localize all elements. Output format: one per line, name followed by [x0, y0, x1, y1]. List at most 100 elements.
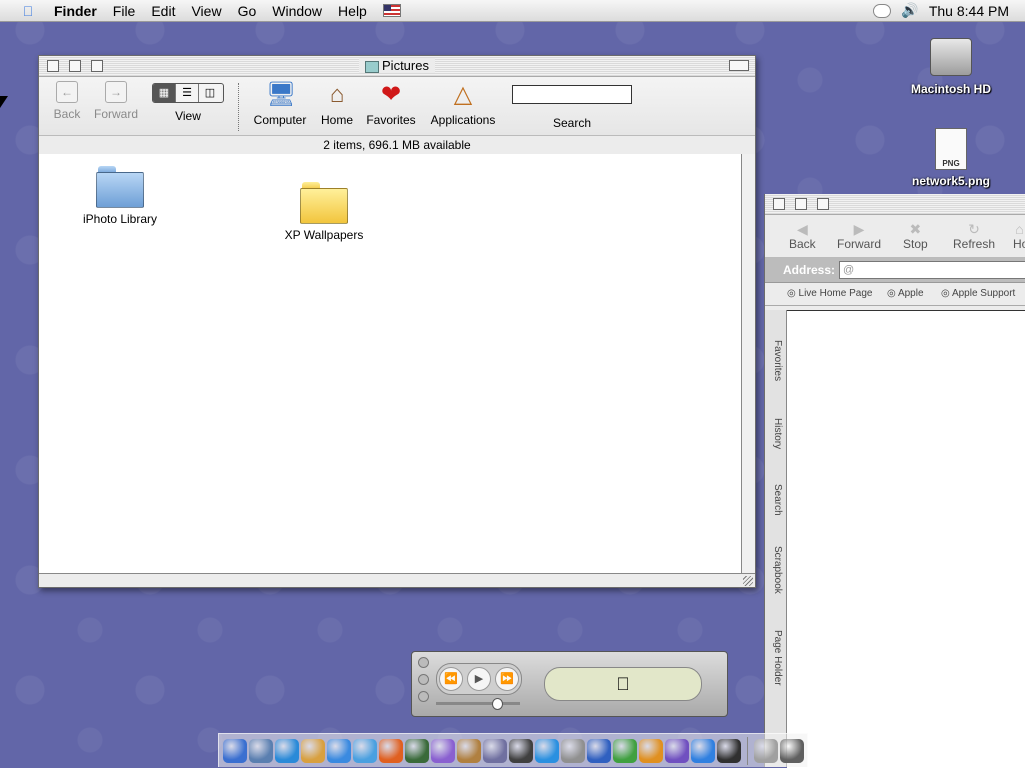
resize-grip-icon[interactable]: [743, 576, 753, 586]
browser-home-button[interactable]: ⌂Ho: [1013, 221, 1025, 251]
dock-app-icon[interactable]: [223, 738, 247, 763]
dock-app-icon[interactable]: [665, 738, 689, 763]
window-bottom-bar: [39, 573, 755, 587]
tab-search[interactable]: Search: [767, 484, 783, 516]
home-icon: ⌂: [329, 81, 345, 108]
menu-edit[interactable]: Edit: [143, 3, 183, 19]
file-label: XP Wallpapers: [284, 228, 364, 242]
dock-app-icon[interactable]: [561, 738, 585, 763]
tab-history[interactable]: History: [767, 418, 783, 449]
desktop-icon-macintosh-hd[interactable]: Macintosh HD: [901, 38, 1001, 96]
browser-titlebar[interactable]: [765, 194, 1025, 215]
search-control: Search: [511, 81, 633, 130]
dock-app-icon[interactable]: [509, 738, 533, 763]
dock-app-icon[interactable]: [379, 738, 403, 763]
file-item-iphoto-library[interactable]: iPhoto Library: [65, 164, 175, 226]
file-label: iPhoto Library: [82, 212, 158, 226]
menu-file[interactable]: File: [105, 3, 144, 19]
minimize-button[interactable]: [418, 674, 429, 685]
menu-window[interactable]: Window: [264, 3, 330, 19]
dock-app-icon[interactable]: [301, 738, 325, 763]
folder-icon: [365, 60, 380, 73]
dock-app-icon[interactable]: [275, 738, 299, 763]
ichat-status-icon[interactable]: [873, 3, 892, 18]
dock-app-icon[interactable]: [717, 738, 741, 763]
tab-scrapbook[interactable]: Scrapbook: [767, 546, 783, 594]
favorite-link-apple[interactable]: ◎ Apple: [887, 288, 924, 299]
file-item-xp-wallpapers[interactable]: XP Wallpapers: [269, 180, 379, 242]
address-input[interactable]: @: [839, 261, 1025, 279]
menu-clock[interactable]: Thu 8:44 PM: [929, 3, 1009, 19]
dock-app-icon[interactable]: [327, 738, 351, 763]
tab-page-holder[interactable]: Page Holder: [767, 630, 783, 686]
finder-titlebar[interactable]: Pictures: [39, 56, 755, 77]
menu-go[interactable]: Go: [230, 3, 265, 19]
dock-app-icon[interactable]: [535, 738, 559, 763]
rewind-icon[interactable]: ⏪: [439, 667, 463, 691]
dock-app-icon[interactable]: [483, 738, 507, 763]
dock-app-icon[interactable]: [405, 738, 429, 763]
back-arrow-icon: ◀: [796, 221, 808, 237]
playback-controls: ⏪ ▶ ⏩: [436, 663, 522, 695]
collapse-button[interactable]: [795, 198, 807, 210]
favorites-button[interactable]: ❤ Favorites: [365, 81, 417, 127]
browser-forward-button[interactable]: ▶ Forward: [837, 221, 881, 251]
close-button[interactable]: [773, 198, 785, 210]
tab-favorites[interactable]: Favorites: [767, 340, 783, 381]
dock: [218, 733, 808, 767]
us-flag-input-menu-icon[interactable]: [382, 4, 401, 17]
dock-app-icon[interactable]: [457, 738, 481, 763]
blue-folder-icon: [96, 164, 144, 208]
favorite-link-apple-support[interactable]: ◎ Apple Support: [941, 288, 1015, 299]
forward-button[interactable]: → Forward: [91, 81, 141, 121]
dock-app-icon[interactable]: [691, 738, 715, 763]
vertical-scrollbar[interactable]: [741, 154, 755, 574]
menu-help[interactable]: Help: [330, 3, 375, 19]
dock-app-icon[interactable]: [639, 738, 663, 763]
close-button[interactable]: [418, 657, 429, 668]
zoom-button[interactable]: [817, 198, 829, 210]
play-icon[interactable]: ▶: [467, 667, 491, 691]
dock-app-icon[interactable]: [587, 738, 611, 763]
computer-icon: 🖥: [266, 81, 297, 108]
favorite-link-live-home-page[interactable]: ◎ Live Home Page: [787, 288, 872, 299]
browser-back-button[interactable]: ◀ Back: [789, 221, 816, 251]
dock-app-icon[interactable]: [613, 738, 637, 763]
desktop-icon-label: network5.png: [911, 174, 990, 188]
browser-refresh-button[interactable]: ↻ Refresh: [953, 221, 995, 251]
applications-button[interactable]: △ Applications: [427, 81, 499, 127]
zoom-button[interactable]: [418, 691, 429, 702]
list-view-icon[interactable]: ☰: [175, 84, 198, 102]
column-view-icon[interactable]: ◫: [198, 84, 221, 102]
dock-app-icon[interactable]: [431, 738, 455, 763]
fast-forward-icon[interactable]: ⏩: [495, 667, 519, 691]
dock-app-icon[interactable]: [249, 738, 273, 763]
trash-icon[interactable]: [780, 738, 804, 763]
menu-view[interactable]: View: [183, 3, 229, 19]
desktop-icon-network5-png[interactable]: PNG network5.png: [901, 128, 1001, 188]
back-button[interactable]: ← Back: [49, 81, 85, 121]
toolbar-toggle-button[interactable]: [729, 60, 749, 71]
folder-icon: [300, 180, 348, 224]
apple-menu-icon[interactable]: : [18, 3, 38, 19]
explorer-bar-tabs: Favorites History Search Scrapbook Page …: [765, 310, 787, 767]
icon-view-icon[interactable]: ▦: [153, 84, 175, 102]
quicktime-player: ⏪ ▶ ⏩ : [411, 651, 728, 717]
volume-slider-knob[interactable]: [492, 698, 503, 710]
back-arrow-icon: ←: [56, 81, 78, 103]
volume-icon[interactable]: 🔊: [901, 2, 918, 19]
home-button[interactable]: ⌂ Home: [317, 81, 357, 127]
menu-finder[interactable]: Finder: [46, 3, 105, 19]
browser-stop-button[interactable]: ✖ Stop: [903, 221, 928, 251]
computer-button[interactable]: 🖥 Computer: [251, 81, 309, 127]
favorites-bar: ◎ Live Home Page ◎ Apple ◎ Apple Support: [765, 283, 1025, 306]
search-input[interactable]: [512, 85, 632, 104]
volume-slider[interactable]: [436, 702, 520, 705]
file-area: iPhoto Library XP Wallpapers: [39, 154, 742, 574]
hard-drive-icon: [930, 38, 972, 76]
refresh-icon: ↻: [968, 221, 980, 237]
window-title: Pictures: [382, 58, 429, 73]
applications-icon: △: [453, 81, 473, 108]
dock-app-icon[interactable]: [754, 738, 778, 763]
dock-app-icon[interactable]: [353, 738, 377, 763]
